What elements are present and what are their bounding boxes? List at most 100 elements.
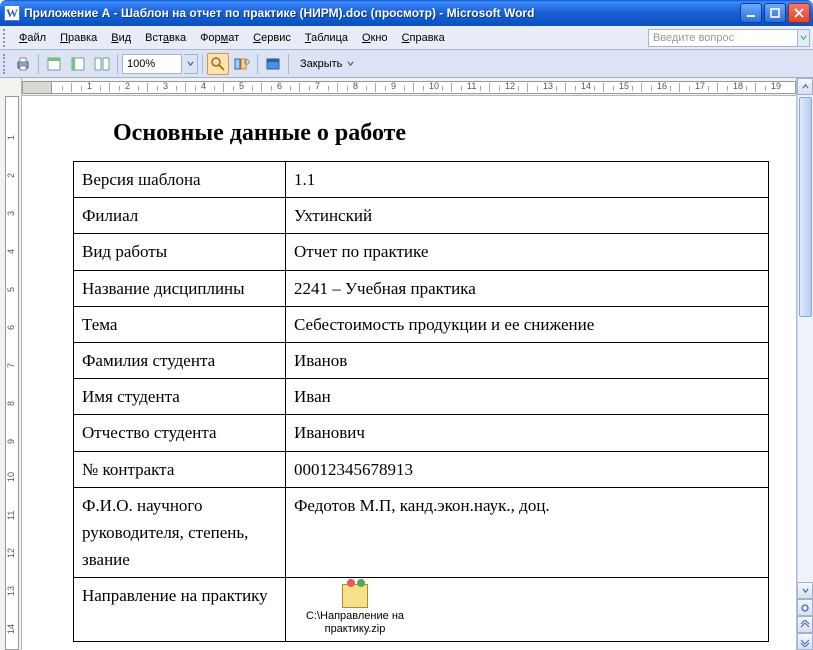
layout-button-2[interactable] (67, 53, 89, 75)
toolbar-grip[interactable] (3, 54, 8, 74)
table-row: Фамилия студентаИванов (74, 342, 769, 378)
toolbar: 100% Закрыть (0, 50, 813, 78)
app-icon: W (4, 5, 20, 21)
table-row: Название дисциплины2241 – Учебная практи… (74, 270, 769, 306)
minimize-button[interactable] (740, 3, 762, 23)
cell-value: Иван (286, 379, 769, 415)
cell-label: Отчество студента (74, 415, 286, 451)
menu-help[interactable]: Справка (395, 29, 452, 47)
menubar-grip[interactable] (3, 29, 8, 47)
window-title: Приложение А - Шаблон на отчет по практи… (24, 6, 740, 20)
ruler-number: 15 (619, 81, 629, 91)
cell-label: № контракта (74, 451, 286, 487)
cell-label: Версия шаблона (74, 162, 286, 198)
ruler-number: 3 (6, 211, 16, 216)
chevron-down-icon (347, 60, 354, 67)
ruler-number: 19 (771, 81, 781, 91)
ruler-number: 5 (6, 287, 16, 292)
ruler-number: 1 (6, 135, 16, 140)
table-row: ФилиалУхтинский (74, 198, 769, 234)
menu-insert[interactable]: Вставка (138, 29, 193, 47)
ruler-number: 14 (581, 81, 591, 91)
table-row: ТемаСебестоимость продукции и ее снижени… (74, 306, 769, 342)
ruler-number: 13 (543, 81, 553, 91)
table-row: Отчество студентаИванович (74, 415, 769, 451)
table-row: Вид работыОтчет по практике (74, 234, 769, 270)
close-preview-button[interactable]: Закрыть (293, 53, 361, 75)
ruler-number: 7 (6, 363, 16, 368)
title-bar: W Приложение А - Шаблон на отчет по прак… (0, 0, 813, 26)
menu-format[interactable]: Формат (193, 29, 246, 47)
ruler-number: 12 (6, 548, 16, 558)
ruler-number: 9 (6, 439, 16, 444)
ruler-number: 14 (6, 624, 16, 634)
maximize-button[interactable] (764, 3, 786, 23)
help-search-dropdown[interactable] (798, 29, 810, 47)
ruler-number: 2 (125, 81, 130, 91)
ruler-number: 2 (6, 173, 16, 178)
menu-file[interactable]: Файл (12, 29, 53, 47)
magnifier-button[interactable] (207, 53, 229, 75)
vertical-scrollbar[interactable] (796, 78, 813, 650)
browse-object-select[interactable] (797, 599, 813, 616)
next-page-button[interactable] (797, 633, 813, 650)
menu-table[interactable]: Таблица (298, 29, 355, 47)
cell-value: Иванович (286, 415, 769, 451)
help-search-input[interactable]: Введите вопрос (648, 29, 798, 47)
table-row: № контракта00012345678913 (74, 451, 769, 487)
table-row: Ф.И.О. научного руководителя, степень, з… (74, 487, 769, 578)
ruler-number: 16 (657, 81, 667, 91)
cell-label: Вид работы (74, 234, 286, 270)
cell-value: Ухтинский (286, 198, 769, 234)
cell-label: Тема (74, 306, 286, 342)
vertical-ruler[interactable]: 1234567891011121314 (0, 78, 22, 650)
embedded-attachment[interactable]: C:\Направление на практику.zip (290, 584, 420, 636)
ruler-number: 1 (87, 81, 92, 91)
scroll-thumb[interactable] (799, 97, 812, 317)
scroll-down-button[interactable] (797, 582, 813, 599)
package-icon (342, 584, 368, 608)
ruler-number: 5 (239, 81, 244, 91)
cell-label: Фамилия студента (74, 342, 286, 378)
menu-view[interactable]: Вид (104, 29, 138, 47)
cell-attachment: C:\Направление на практику.zip (286, 578, 769, 641)
page-view[interactable]: Основные данные о работе Версия шаблона1… (22, 96, 796, 650)
cell-label: Филиал (74, 198, 286, 234)
ruler-number: 4 (201, 81, 206, 91)
cell-label: Направление на практику (74, 578, 286, 641)
cell-value: Иванов (286, 342, 769, 378)
scroll-track[interactable] (797, 95, 813, 582)
prev-page-button[interactable] (797, 616, 813, 633)
cell-value: 00012345678913 (286, 451, 769, 487)
zoom-input[interactable]: 100% (122, 54, 182, 74)
menu-edit[interactable]: Правка (53, 29, 104, 47)
ruler-number: 6 (277, 81, 282, 91)
layout-button-3[interactable] (91, 53, 113, 75)
cell-label: Название дисциплины (74, 270, 286, 306)
ruler-number: 11 (6, 511, 16, 520)
layout-button-1[interactable] (43, 53, 65, 75)
ruler-number: 10 (6, 472, 16, 482)
table-row-attachment: Направление на практику C:\Направление н… (74, 578, 769, 641)
page-heading: Основные данные о работе (113, 120, 765, 147)
toolbar-separator (38, 54, 39, 74)
multipage-button[interactable] (231, 53, 253, 75)
fullscreen-button[interactable] (262, 53, 284, 75)
ruler-number: 8 (353, 81, 358, 91)
cell-value: 1.1 (286, 162, 769, 198)
ruler-number: 4 (6, 249, 16, 254)
print-button[interactable] (12, 53, 34, 75)
close-window-button[interactable] (788, 3, 810, 23)
scroll-up-button[interactable] (797, 78, 813, 95)
zoom-dropdown[interactable] (184, 54, 198, 74)
app-icon-letter: W (6, 6, 18, 21)
document-page: Основные данные о работе Версия шаблона1… (25, 96, 785, 650)
attachment-caption: C:\Направление на практику.zip (290, 610, 420, 636)
menu-tools[interactable]: Сервис (246, 29, 298, 47)
horizontal-ruler[interactable]: 12345678910111213141516171819 (22, 78, 796, 96)
ruler-number: 17 (695, 81, 705, 91)
ruler-number: 11 (467, 81, 476, 91)
menu-bar: Файл Правка Вид Вставка Формат Сервис Та… (0, 26, 813, 50)
menu-window[interactable]: Окно (355, 29, 395, 47)
ruler-number: 18 (733, 81, 743, 91)
